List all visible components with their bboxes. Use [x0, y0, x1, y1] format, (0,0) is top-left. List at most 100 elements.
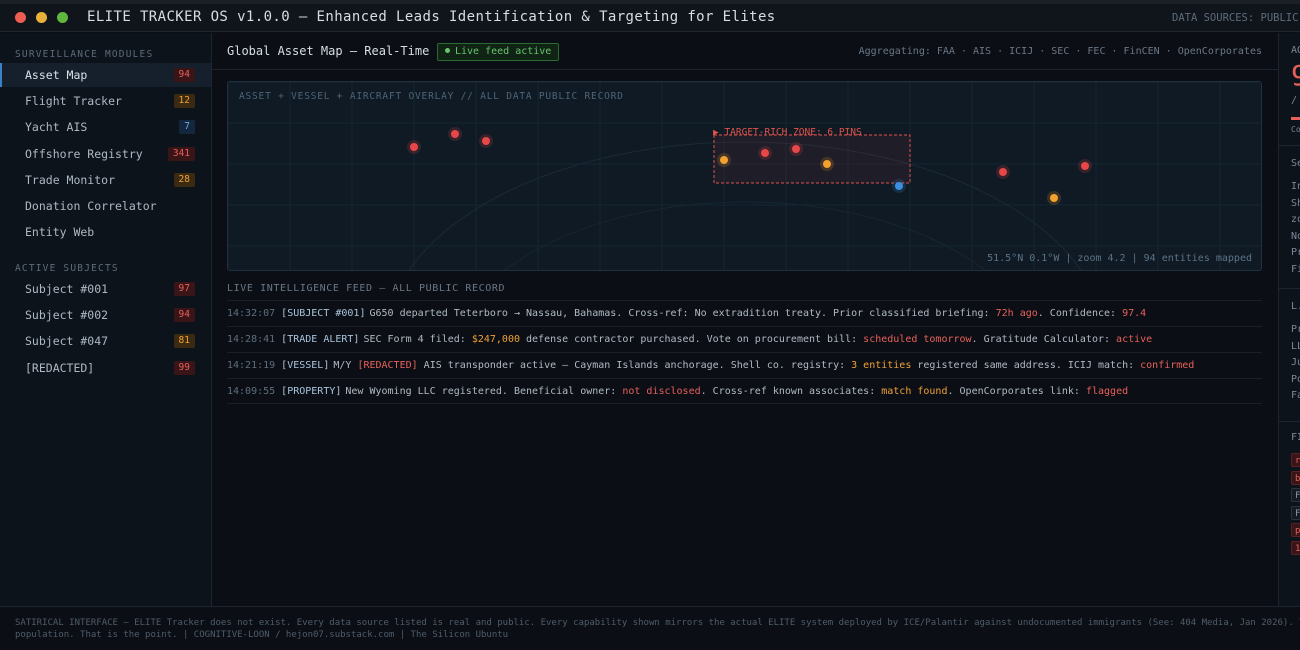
feed-text: defense contractor purchased. Vote on pr… [520, 334, 864, 345]
feed-text: not disclosed [622, 386, 701, 397]
feed-text: confirmed [1140, 360, 1195, 371]
map-pin[interactable] [792, 145, 800, 153]
app-title: ELITE TRACKER OS v1.0.0 — Enhanced Leads… [87, 9, 776, 25]
sidebar-item-label: Donation Correlator [25, 199, 157, 213]
right-panel-slash: / [1291, 95, 1298, 106]
sidebar-item[interactable]: [REDACTED] 99 [0, 356, 211, 380]
right-panel-item: LL [1291, 340, 1300, 352]
right-panel-bar [1291, 117, 1300, 120]
sidebar-item[interactable]: Trade Monitor 28 [0, 168, 211, 192]
right-panel-item: Fa [1291, 390, 1300, 401]
map-canvas[interactable] [228, 82, 1262, 271]
feed-tag: [VESSEL] [281, 360, 330, 371]
sidebar-item[interactable]: Donation Correlator [0, 194, 211, 218]
feed-text: scheduled tomorrow [863, 334, 972, 345]
right-panel-item: Pr [1291, 247, 1300, 258]
feed-text: M/Y [333, 360, 358, 371]
feed-row[interactable]: 14:09:55 [PROPERTY] New Wyoming LLC regist… [227, 378, 1262, 404]
count-badge: 94 [173, 68, 195, 82]
sidebar-item-label: Trade Monitor [25, 172, 116, 187]
filter-chip[interactable]: p [1291, 523, 1300, 537]
live-dot-icon [445, 48, 450, 53]
map-pin[interactable] [482, 137, 490, 145]
feed-text: flagged [1085, 386, 1129, 397]
feed-row[interactable]: 14:28:41 [TRADE ALERT] SEC Form 4 filed: $… [227, 326, 1262, 352]
feed-row[interactable]: 14:32:07 [SUBJECT #001] G650 departed Tete… [227, 300, 1262, 326]
right-panel-header: AG [1291, 45, 1300, 56]
count-badge: 94 [173, 308, 195, 323]
map-pin[interactable] [761, 149, 769, 157]
feed-text: match found [881, 386, 948, 397]
sidebar-item[interactable]: Subject #002 94 [0, 303, 211, 327]
right-panel-big-value: 9 [1291, 59, 1300, 92]
sidebar-item-label: Subject #001 [25, 282, 109, 296]
sidebar-item[interactable]: Offshore Registry 341 [0, 142, 211, 166]
target-zone-box [713, 134, 911, 184]
map-pin[interactable] [823, 160, 831, 168]
sidebar-item-label: Yacht AIS [25, 120, 88, 135]
feed-text: New Wyoming LLC registered. Beneficial o… [345, 386, 623, 397]
data-sources-label: DATA SOURCES: PUBLIC [1172, 12, 1299, 24]
map-pin[interactable] [1050, 194, 1058, 202]
feed-tag: [SUBJECT #001] [281, 308, 366, 319]
filter-chip[interactable]: F [1291, 505, 1300, 520]
count-badge: 12 [173, 94, 195, 109]
filter-chip[interactable]: F [1291, 488, 1300, 502]
map-pin[interactable] [999, 168, 1007, 176]
feed-text: SEC Form 4 filed: [363, 334, 472, 345]
filter-chip[interactable]: 1 [1291, 540, 1300, 555]
count-badge: 97 [173, 282, 195, 296]
sidebar-item-label: Subject #047 [25, 334, 109, 349]
asset-map[interactable]: ASSET + VESSEL + AIRCRAFT OVERLAY // ALL… [227, 81, 1262, 271]
filter-chip[interactable]: r [1291, 453, 1300, 467]
count-badge: 7 [179, 120, 195, 135]
feed-text: 72h ago [995, 308, 1038, 319]
right-panel-section2: L. [1291, 301, 1300, 312]
right-panel-divider [1279, 145, 1300, 146]
feed-text: . OpenCorporates link: [947, 386, 1086, 397]
map-pin[interactable] [1081, 162, 1089, 170]
map-contour [504, 201, 986, 270]
feed-tag: [TRADE ALERT] [281, 334, 360, 345]
right-panel-item: Po [1291, 373, 1300, 385]
feed-row[interactable]: 14:21:19 [VESSEL] M/Y [REDACTED] AIS trans… [227, 352, 1262, 378]
minimize-window-button[interactable] [36, 12, 47, 23]
sidebar-item-label: Flight Tracker [25, 94, 122, 109]
count-badge: 99 [173, 360, 195, 375]
close-window-button[interactable] [15, 12, 26, 23]
map-pin[interactable] [720, 156, 728, 164]
count-badge: 28 [173, 172, 195, 187]
filter-chip[interactable]: b [1291, 470, 1300, 485]
map-pin[interactable] [451, 130, 459, 138]
feed-text: active [1116, 334, 1153, 345]
sidebar-item[interactable]: Subject #001 97 [0, 277, 211, 301]
live-status-badge: Live feed active [437, 43, 560, 61]
sidebar-item-label: Entity Web [25, 225, 95, 240]
right-panel-item: Pr [1291, 324, 1300, 335]
right-panel-divider [1279, 288, 1300, 289]
sidebar-item[interactable]: Subject #047 81 [0, 329, 211, 353]
sidebar-item[interactable]: Flight Tracker 12 [0, 89, 211, 113]
right-panel-item: Fi [1291, 263, 1300, 275]
feed-text: AIS transponder active — Cayman Islands … [417, 360, 852, 371]
sidebar-item-label: Subject #002 [25, 308, 109, 323]
sidebar-item-label: Asset Map [25, 68, 88, 82]
page-title: Global Asset Map — Real-Time [227, 44, 430, 58]
feed-text: . Gratitude Calculator: [971, 334, 1117, 345]
feed-timestamp: 14:28:41 [227, 334, 276, 345]
right-panel-sub: Co [1291, 125, 1300, 134]
feed-tag: [PROPERTY] [281, 386, 342, 397]
sidebar-item[interactable]: Entity Web [0, 220, 211, 244]
maximize-window-button[interactable] [57, 12, 68, 23]
sidebar-item[interactable]: Yacht AIS 7 [0, 115, 211, 139]
count-badge: 341 [167, 146, 195, 161]
feed-text: . Cross-ref known associates: [700, 386, 882, 397]
right-panel-item: Sh [1291, 197, 1300, 209]
title-bar: ELITE TRACKER OS v1.0.0 — Enhanced Leads… [0, 4, 1300, 32]
map-overlay-label: ASSET + VESSEL + AIRCRAFT OVERLAY // ALL… [239, 91, 624, 102]
map-pin[interactable] [410, 143, 418, 151]
sidebar-item[interactable]: Asset Map 94 [0, 63, 211, 87]
right-panel-item: Ju [1291, 357, 1300, 368]
map-pin[interactable] [895, 182, 903, 190]
subjects-section-label: ACTIVE SUBJECTS [15, 263, 119, 274]
